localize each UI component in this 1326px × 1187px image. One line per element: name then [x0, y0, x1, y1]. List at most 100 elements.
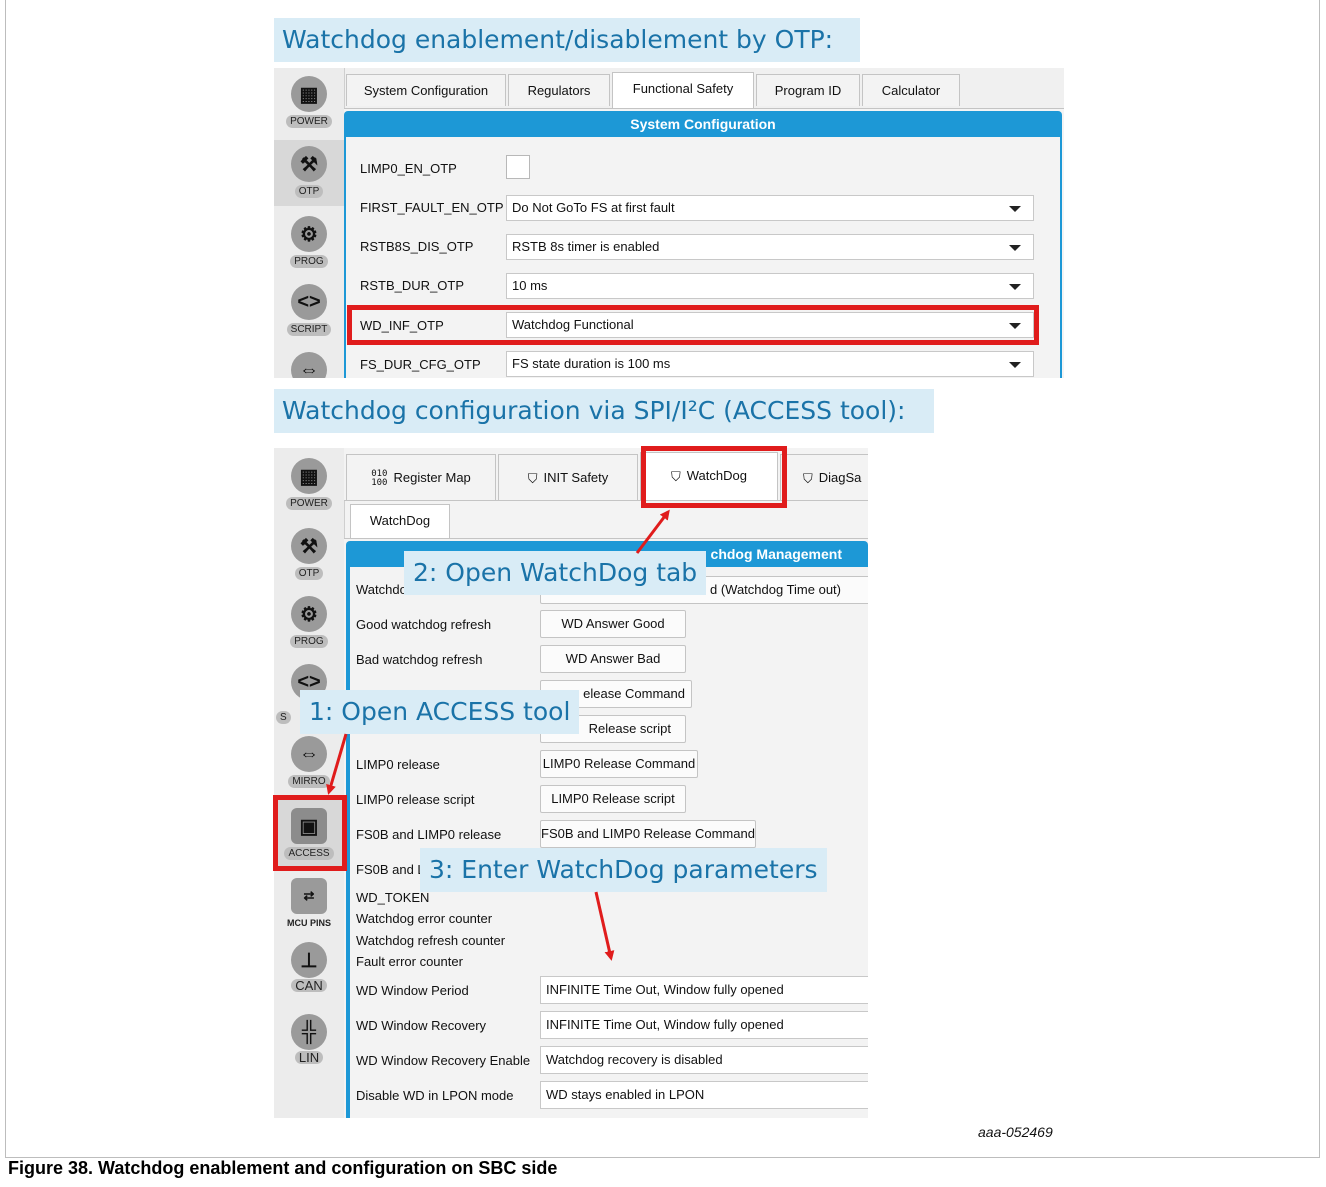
- access-tool-highlight: [273, 795, 347, 871]
- first-fault-select[interactable]: Do Not GoTo FS at first fault: [506, 195, 1034, 221]
- fs0b-limp0-release-command-button[interactable]: FS0B and LIMP0 Release Command: [540, 820, 756, 848]
- row-label: RSTB8S_DIS_OTP: [360, 239, 474, 254]
- section-header: System Configuration: [344, 111, 1062, 137]
- wd-answer-bad-button[interactable]: WD Answer Bad: [540, 645, 686, 673]
- tab-diagsafety[interactable]: ⛉ DiagSa: [780, 454, 868, 500]
- wd-error-counter-label: Watchdog error counter: [356, 911, 493, 926]
- hammer-icon: ⚒: [291, 146, 327, 182]
- bus-tree-icon: ╬: [291, 1014, 327, 1050]
- sidebar-item-mirror[interactable]: ⇔ MIRRO: [274, 736, 344, 788]
- sidebar-label: CAN: [291, 979, 327, 992]
- calculator-icon: ▦: [291, 76, 327, 112]
- row-label: Disable WD in LPON mode: [356, 1088, 514, 1103]
- step3-callout: 3: Enter WatchDog parameters: [420, 848, 827, 892]
- hammer-icon: ⚒: [291, 528, 327, 564]
- sidebar-label: SCRIPT: [286, 323, 332, 336]
- select-value: RSTB 8s timer is enabled: [512, 239, 660, 254]
- sidebar-item-otp[interactable]: ⚒ OTP: [274, 140, 344, 206]
- fault-error-counter-label: Fault error counter: [356, 954, 463, 969]
- row-label: FS0B and LIMP0 release: [356, 827, 502, 842]
- tab-regulators[interactable]: Regulators: [508, 74, 610, 106]
- tab-label: Register Map: [393, 470, 471, 485]
- limp0-en-checkbox[interactable]: [506, 155, 530, 179]
- chip-gear-icon: ⚙: [291, 596, 327, 632]
- sidebar-item-power[interactable]: ▦ POWER: [274, 458, 344, 510]
- sidebar-item-script[interactable]: <> SCRIPT: [274, 284, 344, 336]
- tab-register-map[interactable]: 010 100 Register Map: [346, 454, 496, 500]
- watchdog-tab-highlight: [641, 446, 787, 508]
- row-label: LIMP0_EN_OTP: [360, 161, 457, 176]
- sidebar-label: S: [276, 711, 291, 724]
- chip-gear-icon: ⚙: [291, 216, 327, 252]
- row-label: LIMP0 release: [356, 757, 440, 772]
- row-label: FS0B and L: [356, 862, 425, 877]
- chevron-down-icon: [1009, 362, 1021, 368]
- mirror-icon: ⇔: [291, 736, 327, 772]
- limp0-release-command-button[interactable]: LIMP0 Release Command: [540, 750, 698, 778]
- select-value: Do Not GoTo FS at first fault: [512, 200, 675, 215]
- otp-sidebar: ▦ POWER ⚒ OTP ⚙ PROG <> SCRIPT ⇔: [274, 68, 345, 378]
- code-icon: <>: [291, 284, 327, 320]
- access-tab-bar: 010 100 Register Map ⛉ INIT Safety ⛉ WatchDo…: [344, 448, 868, 501]
- row-label: WD Window Recovery: [356, 1018, 487, 1033]
- access-heading: Watchdog configuration via SPI/I²C (ACCE…: [274, 389, 934, 433]
- sidebar-item-can[interactable]: ⊥ CAN: [274, 942, 344, 993]
- rstb8s-select[interactable]: RSTB 8s timer is enabled: [506, 234, 1034, 260]
- subtab-watchdog[interactable]: WatchDog: [350, 504, 450, 538]
- wd-window-recovery-select[interactable]: INFINITE Time Out, Window fully opened: [540, 1011, 868, 1039]
- otp-tab-bar: System Configuration Regulators Function…: [344, 68, 1064, 108]
- wd-inf-highlight: [347, 305, 1039, 345]
- sidebar-label: MCU PINS: [286, 918, 331, 928]
- sidebar-item-power[interactable]: ▦ POWER: [274, 76, 344, 128]
- limp0-release-script-button[interactable]: LIMP0 Release script: [540, 785, 686, 813]
- figure-id: aaa-052469: [978, 1124, 1053, 1140]
- tab-functional-safety[interactable]: Functional Safety: [612, 72, 754, 108]
- tab-label: DiagSa: [818, 470, 862, 485]
- row-label: Bad watchdog refresh: [356, 652, 483, 667]
- row-label: LIMP0 release script: [356, 792, 475, 807]
- tab-init-safety[interactable]: ⛉ INIT Safety: [498, 454, 638, 500]
- sidebar-label: POWER: [286, 497, 332, 510]
- tab-system-configuration[interactable]: System Configuration: [346, 74, 506, 106]
- select-value: 10 ms: [512, 278, 548, 293]
- row-label: Good watchdog refresh: [356, 617, 492, 632]
- row-label: Watchdo: [356, 582, 407, 597]
- shield-icon: ⛉: [803, 470, 813, 486]
- figure-caption: Figure 38. Watchdog enablement and confi…: [8, 1158, 558, 1178]
- access-window: ▦ POWER ⚒ OTP ⚙ PROG <> S ⇔ MIRRO ▣ ACCE…: [274, 448, 868, 1118]
- wd-window-recovery-enable-select[interactable]: Watchdog recovery is disabled: [540, 1046, 868, 1074]
- sidebar-item-mcu-pins[interactable]: ⇄ MCU PINS: [274, 878, 344, 930]
- tab-calculator[interactable]: Calculator: [862, 74, 960, 106]
- row-label: RSTB_DUR_OTP: [360, 278, 465, 293]
- access-sidebar: ▦ POWER ⚒ OTP ⚙ PROG <> S ⇔ MIRRO ▣ ACCE…: [274, 448, 345, 1118]
- tab-program-id[interactable]: Program ID: [756, 74, 860, 106]
- row-label: WD Window Recovery Enable: [356, 1053, 531, 1068]
- fs-dur-select[interactable]: FS state duration is 100 ms: [506, 351, 1034, 377]
- chevron-down-icon: [1009, 284, 1021, 290]
- sidebar-item-mirror[interactable]: ⇔: [274, 352, 344, 378]
- sidebar-label: LIN: [294, 1051, 324, 1064]
- calculator-icon: ▦: [291, 458, 327, 494]
- sidebar-label: PROG: [290, 255, 328, 268]
- shield-icon: ⛉: [527, 470, 538, 486]
- sidebar-item-prog[interactable]: ⚙ PROG: [274, 596, 344, 648]
- disable-wd-lpon-select[interactable]: WD stays enabled in LPON: [540, 1081, 868, 1109]
- step1-callout: 1: Open ACCESS tool: [300, 690, 580, 734]
- sidebar-label: POWER: [286, 115, 332, 128]
- binary-icon: 010 100: [371, 468, 388, 488]
- section-title: chdog Management: [710, 546, 842, 562]
- binary-arrows-icon: ⇄: [291, 878, 327, 914]
- wd-answer-good-button[interactable]: WD Answer Good: [540, 610, 686, 638]
- mirror-icon: ⇔: [291, 352, 327, 378]
- wd-refresh-counter-label: Watchdog refresh counter: [356, 933, 506, 948]
- row-label: FIRST_FAULT_EN_OTP: [360, 200, 504, 215]
- step2-callout: 2: Open WatchDog tab: [404, 551, 707, 595]
- sidebar-item-lin[interactable]: ╬ LIN: [274, 1014, 344, 1065]
- sidebar-item-prog[interactable]: ⚙ PROG: [274, 216, 344, 268]
- sidebar-item-otp[interactable]: ⚒ OTP: [274, 528, 344, 580]
- row-label: WD Window Period: [356, 983, 469, 998]
- select-value: FS state duration is 100 ms: [512, 356, 671, 371]
- wd-window-period-select[interactable]: INFINITE Time Out, Window fully opened: [540, 976, 868, 1004]
- sidebar-label: MIRRO: [288, 775, 330, 788]
- rstb-dur-select[interactable]: 10 ms: [506, 273, 1034, 299]
